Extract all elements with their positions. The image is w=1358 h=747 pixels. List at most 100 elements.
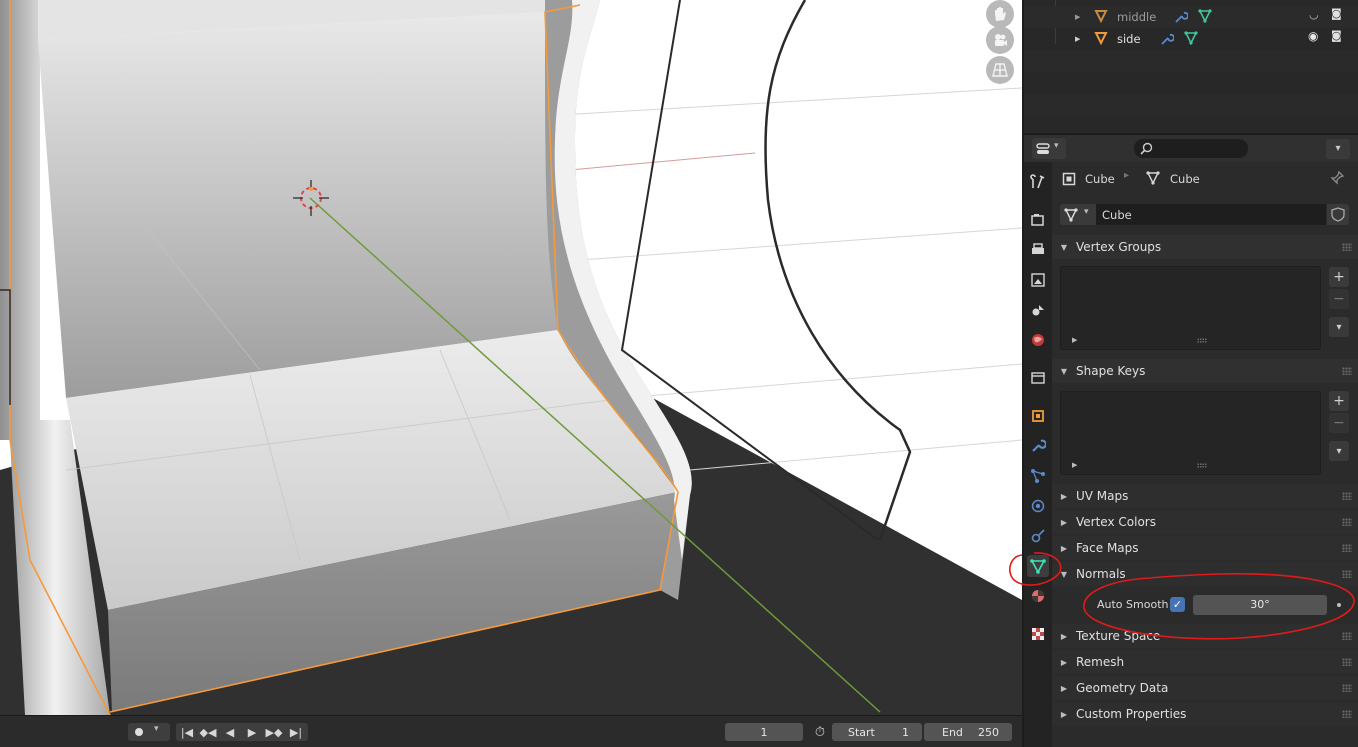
drag-grip-icon[interactable]: [1342, 570, 1352, 578]
drag-grip-icon[interactable]: [1342, 710, 1352, 718]
tab-texture[interactable]: [1027, 623, 1049, 645]
panel-geometry-data[interactable]: ▶ Geometry Data: [1052, 676, 1358, 700]
3d-viewport[interactable]: [0, 0, 1022, 715]
keying-dropdown[interactable]: ▾: [128, 723, 170, 741]
panel-title: Vertex Groups: [1076, 240, 1162, 254]
drag-grip-icon[interactable]: [1342, 684, 1352, 692]
drag-grip-icon[interactable]: [1342, 544, 1352, 552]
expand-arrow-icon[interactable]: ▶: [1075, 35, 1080, 43]
remove-shape-key-button[interactable]: −: [1329, 413, 1349, 433]
properties-header: ▾ ▾: [1024, 134, 1358, 162]
scene-render: [0, 0, 1022, 715]
tab-modifiers[interactable]: [1027, 435, 1049, 457]
mesh-browse-dropdown[interactable]: ▾: [1060, 204, 1096, 225]
tab-output[interactable]: [1027, 239, 1049, 261]
panel-texture-space[interactable]: ▶ Texture Space: [1052, 624, 1358, 648]
fake-user-button[interactable]: [1327, 204, 1349, 225]
panel-vertex-groups[interactable]: ▼ Vertex Groups: [1052, 235, 1358, 259]
play-icon[interactable]: ▶: [243, 723, 261, 741]
drag-grip-icon[interactable]: [1342, 367, 1352, 375]
current-frame-field[interactable]: 1: [725, 723, 803, 741]
mesh-data-icon: [1030, 559, 1046, 574]
tab-collection[interactable]: [1027, 367, 1049, 389]
hidden-eye-icon[interactable]: ◡: [1309, 8, 1319, 21]
perspective-grid-icon[interactable]: [986, 56, 1014, 84]
tab-constraints[interactable]: [1027, 525, 1049, 547]
tab-world[interactable]: [1027, 329, 1049, 351]
editor-type-dropdown[interactable]: ▾: [1032, 138, 1066, 159]
tab-scene[interactable]: [1027, 299, 1049, 321]
tab-material[interactable]: [1027, 585, 1049, 607]
minus-icon: −: [1333, 415, 1345, 431]
tab-object[interactable]: [1027, 405, 1049, 427]
drag-grip-icon[interactable]: [1342, 632, 1352, 640]
physics-orbit-icon: [1031, 499, 1045, 513]
constraint-icon: [1031, 529, 1045, 543]
animate-property-icon[interactable]: [1337, 603, 1341, 607]
drag-grip-icon[interactable]: [1342, 243, 1352, 251]
vertex-group-specials-button[interactable]: ▾: [1329, 317, 1349, 337]
pin-icon[interactable]: [1330, 171, 1344, 185]
hand-pan-icon[interactable]: [986, 0, 1014, 28]
mesh-name-field[interactable]: Cube: [1096, 204, 1326, 225]
search-input[interactable]: [1134, 139, 1248, 158]
shield-icon: [1331, 207, 1345, 222]
shape-key-specials-button[interactable]: ▾: [1329, 441, 1349, 461]
prev-keyframe-icon[interactable]: ◆◀: [198, 723, 218, 741]
outliner-item-label: middle: [1117, 10, 1157, 24]
drag-grip-icon[interactable]: [1342, 492, 1352, 500]
options-dropdown[interactable]: ▾: [1326, 139, 1350, 159]
eye-visible-icon[interactable]: ◉: [1308, 29, 1318, 43]
end-frame-field[interactable]: End 250: [924, 723, 1012, 741]
breadcrumb: Cube ▸ Cube: [1052, 162, 1358, 196]
expand-arrow-icon[interactable]: ▶: [1072, 336, 1077, 344]
tab-render[interactable]: [1027, 209, 1049, 231]
panel-vertex-colors[interactable]: ▶ Vertex Colors: [1052, 510, 1358, 534]
panel-remesh[interactable]: ▶ Remesh: [1052, 650, 1358, 674]
panel-shape-keys[interactable]: ▼ Shape Keys: [1052, 359, 1358, 383]
tab-particles[interactable]: [1027, 465, 1049, 487]
remove-vertex-group-button[interactable]: −: [1329, 289, 1349, 309]
jump-end-icon[interactable]: ▶|: [287, 723, 305, 741]
collection-box-icon: [1031, 372, 1045, 384]
plus-icon: +: [1333, 269, 1345, 285]
tab-view-layer[interactable]: [1027, 269, 1049, 291]
start-value: 1: [902, 725, 909, 739]
mesh-data-icon: [1146, 171, 1160, 185]
panel-face-maps[interactable]: ▶ Face Maps: [1052, 536, 1358, 560]
vertex-groups-list[interactable]: ▶: [1060, 266, 1321, 350]
auto-smooth-angle-field[interactable]: 30°: [1193, 595, 1327, 615]
breadcrumb-data: Cube: [1170, 172, 1200, 186]
start-frame-field[interactable]: Start 1: [832, 723, 922, 741]
add-shape-key-button[interactable]: +: [1329, 391, 1349, 411]
panel-normals[interactable]: ▼ Normals: [1052, 562, 1358, 586]
auto-smooth-checkbox[interactable]: ✓: [1170, 597, 1185, 612]
properties-panel: Cube ▸ Cube ▾ Cube ▼ Vertex Groups ▶ + −…: [1052, 162, 1358, 747]
play-reverse-icon[interactable]: ◀: [221, 723, 239, 741]
outliner-row-side[interactable]: ▶ side ◉ ◙: [1024, 28, 1358, 50]
add-vertex-group-button[interactable]: +: [1329, 267, 1349, 287]
jump-start-icon[interactable]: |◀: [178, 723, 196, 741]
wrench-modifier-icon: [1161, 33, 1174, 45]
camera-render-icon[interactable]: ◙: [1331, 7, 1342, 20]
panel-custom-properties[interactable]: ▶ Custom Properties: [1052, 702, 1358, 726]
resize-grip-icon[interactable]: [1197, 463, 1207, 468]
panel-uv-maps[interactable]: ▶ UV Maps: [1052, 484, 1358, 508]
wrench-icon: [1032, 439, 1046, 452]
tab-mesh-data[interactable]: [1027, 555, 1049, 577]
camera-render-icon[interactable]: ◙: [1331, 29, 1342, 42]
tab-tool[interactable]: [1027, 171, 1049, 193]
stopwatch-icon[interactable]: ⏱: [810, 723, 830, 741]
outliner-row-middle[interactable]: ▶ middle ◡ ◙: [1024, 6, 1358, 28]
collapse-arrow-icon: ▼: [1060, 569, 1068, 579]
expand-arrow-icon[interactable]: ▶: [1072, 461, 1077, 469]
search-icon: [1140, 142, 1153, 155]
tab-physics[interactable]: [1027, 495, 1049, 517]
next-keyframe-icon[interactable]: ▶◆: [263, 723, 285, 741]
drag-grip-icon[interactable]: [1342, 658, 1352, 666]
resize-grip-icon[interactable]: [1197, 338, 1207, 343]
drag-grip-icon[interactable]: [1342, 518, 1352, 526]
expand-arrow-icon[interactable]: ▶: [1075, 13, 1080, 21]
camera-view-icon[interactable]: [986, 26, 1014, 54]
shape-keys-list[interactable]: ▶: [1060, 391, 1321, 475]
